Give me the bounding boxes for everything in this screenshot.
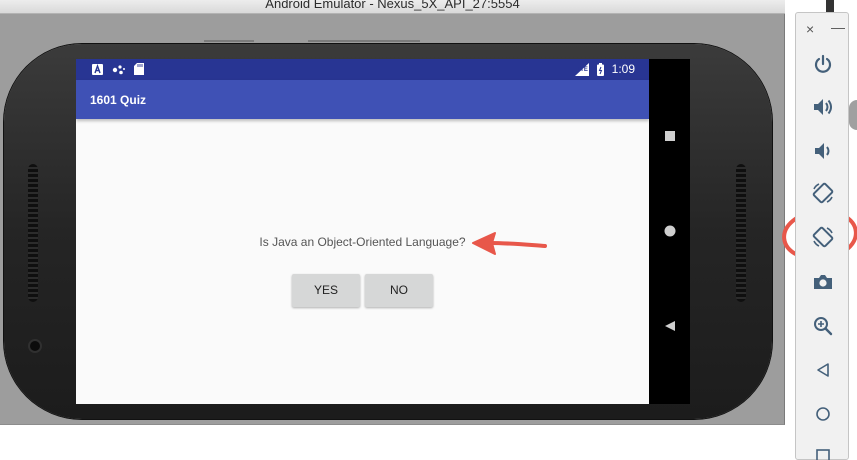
- rotate-right-icon: [812, 226, 834, 248]
- app-bar: 1601 Quiz: [76, 80, 649, 119]
- battery-icon: [596, 62, 604, 76]
- window-titlebar[interactable]: Android Emulator - Nexus_5X_API_27:5554: [0, 0, 785, 14]
- toolbar-mark: [308, 40, 420, 42]
- signal-icon: LTE: [574, 62, 589, 76]
- back-icon: [817, 363, 829, 377]
- volume-down-button[interactable]: [808, 136, 838, 166]
- home-icon: [816, 407, 830, 421]
- volume-up-icon: [814, 99, 832, 115]
- background-scroll-handle: [849, 100, 857, 130]
- toolbar-home-button[interactable]: [808, 399, 838, 429]
- zoom-icon: [814, 317, 833, 336]
- back-icon: [664, 321, 675, 331]
- screenshot-button[interactable]: [808, 267, 838, 297]
- overview-button[interactable]: [808, 441, 838, 460]
- sd-card-icon: [134, 63, 144, 75]
- volume-up-button[interactable]: [808, 92, 838, 122]
- status-time: 1:09: [611, 62, 635, 76]
- emulator-window: Android Emulator - Nexus_5X_API_27:5554 …: [0, 0, 785, 425]
- a-icon: [92, 63, 103, 75]
- phone-screen: LTE 1:09 1601 Quiz Is Java an Object-Ori…: [76, 59, 649, 404]
- background-document: [0, 425, 790, 460]
- question-text: Is Java an Object-Oriented Language?: [259, 235, 466, 249]
- close-button[interactable]: ×: [806, 21, 814, 37]
- overview-icon: [816, 449, 830, 460]
- status-bar: LTE 1:09: [76, 59, 649, 80]
- toolbar-back-button[interactable]: [808, 355, 838, 385]
- dots-icon: [112, 64, 125, 74]
- back-button[interactable]: [649, 306, 690, 346]
- rotate-left-button[interactable]: [808, 178, 838, 208]
- no-button[interactable]: NO: [365, 274, 433, 307]
- yes-button[interactable]: YES: [292, 274, 360, 307]
- home-button[interactable]: [649, 211, 690, 251]
- recents-button[interactable]: [649, 116, 690, 156]
- zoom-button[interactable]: [808, 311, 838, 341]
- toolbar-mark: [204, 40, 254, 42]
- window-title: Android Emulator - Nexus_5X_API_27:5554: [265, 0, 520, 11]
- app-title: 1601 Quiz: [90, 93, 147, 107]
- rotate-left-icon: [812, 182, 834, 204]
- speaker-grille-left: [28, 164, 38, 302]
- rotate-right-button[interactable]: [808, 222, 838, 252]
- camera-icon: [814, 275, 832, 289]
- power-icon: [814, 54, 832, 73]
- navigation-bar: [649, 59, 690, 404]
- volume-down-icon: [815, 143, 830, 159]
- home-icon: [664, 225, 675, 237]
- minimize-button[interactable]: —: [831, 19, 845, 35]
- recents-icon: [664, 131, 675, 141]
- svg-text:LTE: LTE: [577, 67, 588, 73]
- front-sensor: [30, 341, 40, 351]
- power-button[interactable]: [808, 49, 838, 79]
- speaker-grille-right: [736, 164, 746, 302]
- emulator-toolbar: × —: [795, 12, 849, 460]
